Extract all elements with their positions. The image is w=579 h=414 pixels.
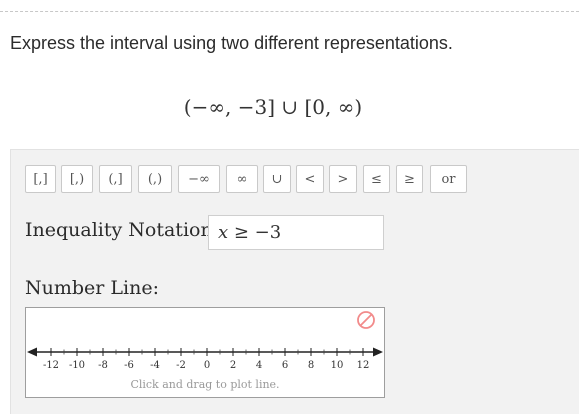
interval-expression: (−∞, −3] ∪ [0, ∞) (183, 95, 363, 119)
plot-hint: Click and drag to plot line. (130, 378, 280, 391)
inequality-input[interactable]: x ≥ −3 (208, 215, 384, 250)
tick-label: -10 (69, 360, 85, 371)
question-prompt: Express the interval using two different… (10, 33, 453, 53)
number-line-canvas[interactable]: -12 -10 -8 -6 -4 -2 0 2 4 6 8 10 12 Click and drag t… (25, 307, 385, 398)
tick-label: -12 (43, 360, 59, 371)
tick-label: 4 (256, 360, 262, 371)
tick-label: -6 (124, 360, 134, 371)
open-interval-button[interactable]: (,) (138, 165, 172, 193)
closed-open-interval-button[interactable]: [,) (61, 165, 93, 193)
or-button[interactable]: or (430, 165, 467, 193)
greater-or-equal-button[interactable]: ≥ (396, 165, 423, 193)
tick-label: 2 (230, 360, 236, 371)
tick-label: -8 (98, 360, 108, 371)
top-divider (0, 11, 579, 12)
tick-label: -4 (150, 360, 160, 371)
less-or-equal-button[interactable]: ≤ (363, 165, 390, 193)
left-arrow-icon (27, 347, 37, 357)
inequality-value: ≥ −3 (228, 222, 282, 243)
inequality-label: Inequality Notation: (25, 219, 220, 241)
no-entry-icon[interactable] (357, 311, 375, 329)
tick-label: 6 (282, 360, 288, 371)
tick-label: 10 (331, 360, 344, 371)
tick-label: 12 (357, 360, 370, 371)
open-closed-interval-button[interactable]: (,] (99, 165, 132, 193)
closed-interval-button[interactable]: [,] (25, 165, 56, 193)
number-line-label: Number Line: (25, 277, 159, 299)
less-than-button[interactable]: < (296, 165, 324, 193)
tick-label: 0 (204, 360, 210, 371)
inequality-variable: x (218, 222, 229, 243)
number-line-axis (27, 347, 383, 357)
greater-than-button[interactable]: > (329, 165, 357, 193)
tick-label: 8 (308, 360, 314, 371)
tick-label: -2 (176, 360, 186, 371)
negative-infinity-button[interactable]: −∞ (178, 165, 220, 193)
union-button[interactable]: ∪ (263, 165, 291, 193)
infinity-button[interactable]: ∞ (226, 165, 258, 193)
right-arrow-icon (373, 347, 383, 357)
